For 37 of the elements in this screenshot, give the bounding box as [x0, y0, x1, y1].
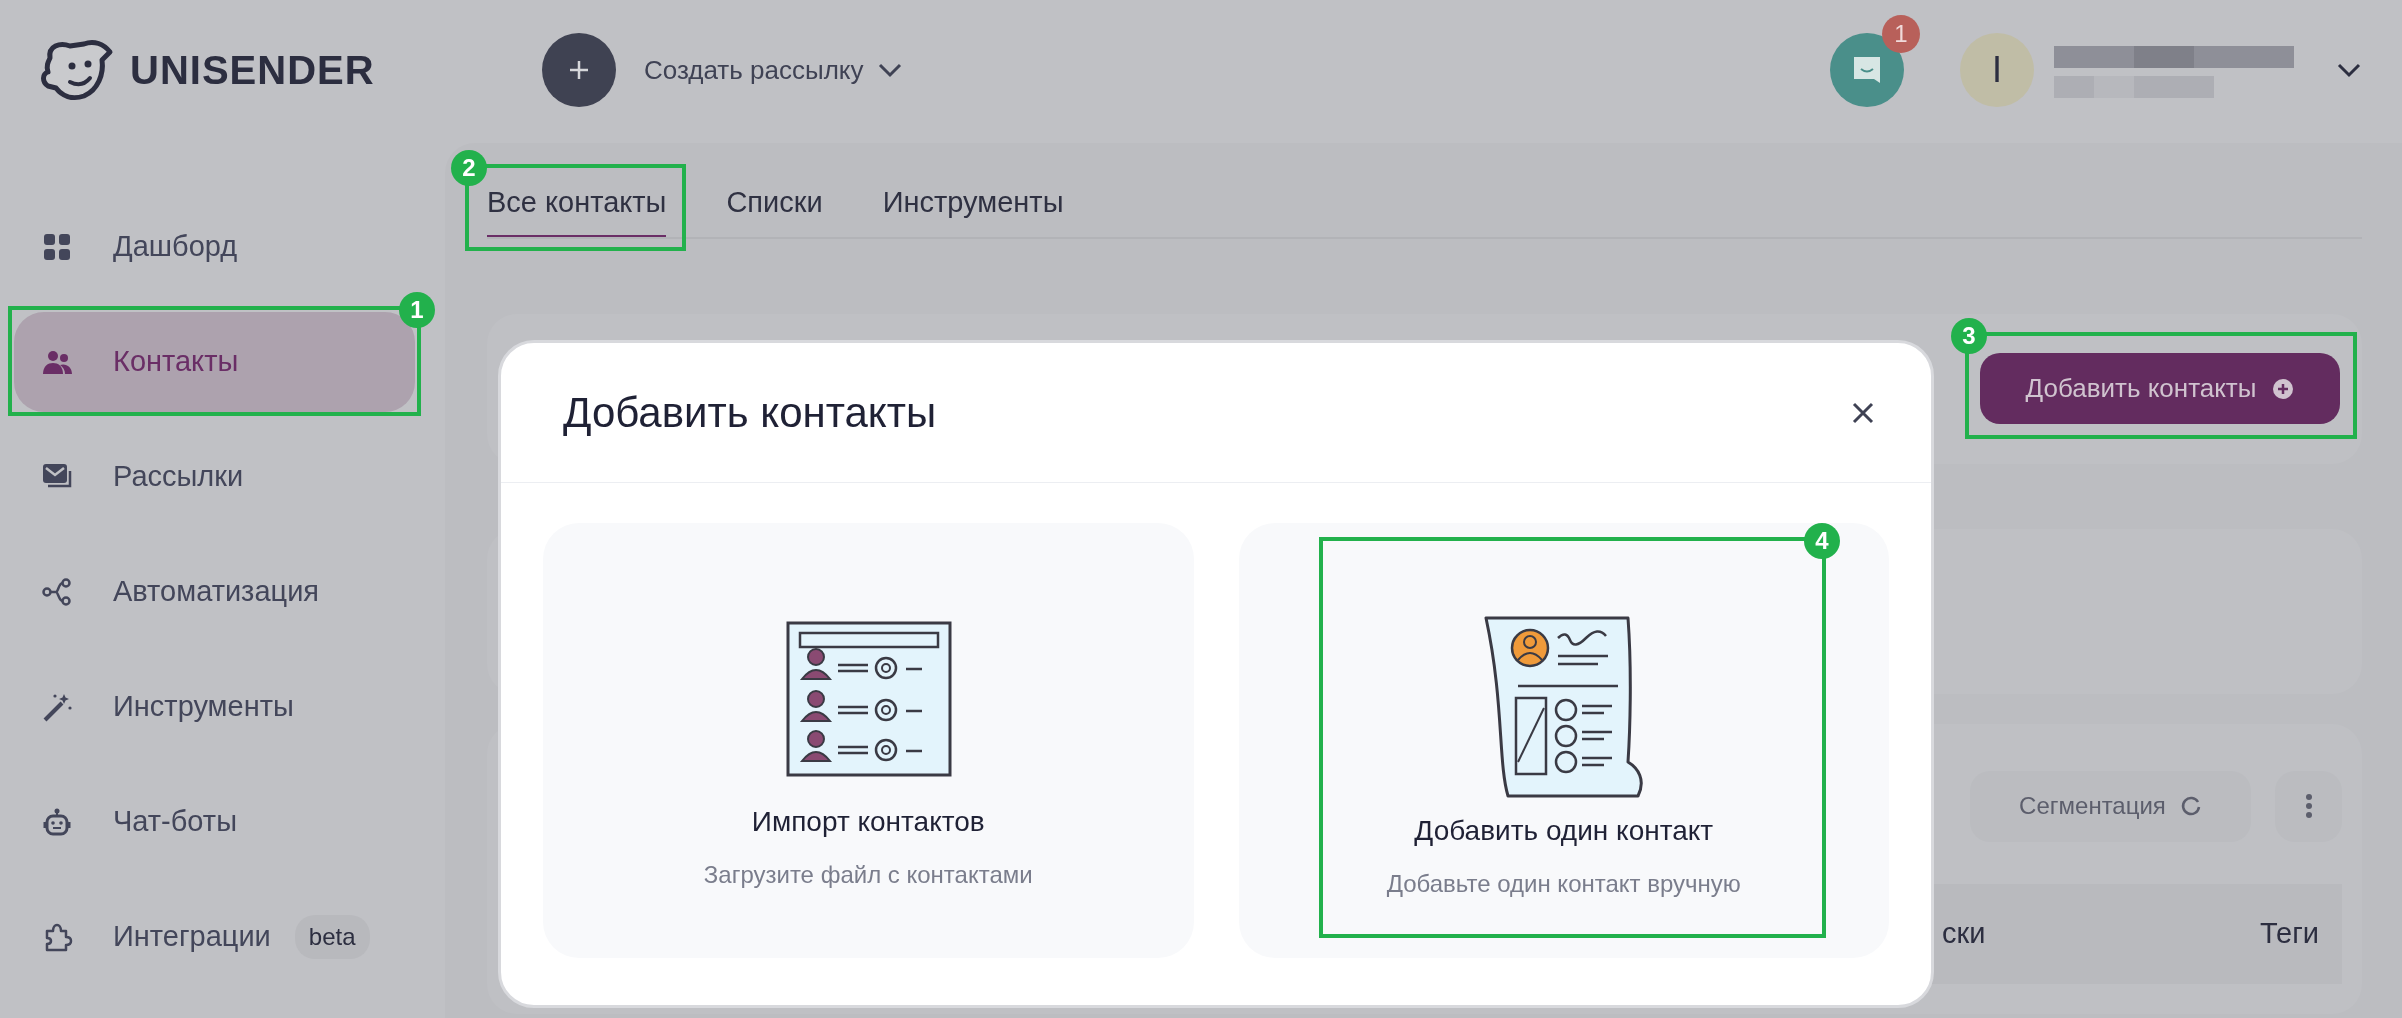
logo-text: UNISENDER: [130, 47, 375, 94]
sidebar-item[interactable]: Инструменты: [14, 657, 415, 757]
plus-icon: [568, 59, 590, 81]
tab[interactable]: Списки: [726, 181, 823, 237]
dog-logo-icon: [40, 38, 114, 102]
notification-badge: 1: [1882, 15, 1920, 53]
sidebar-item[interactable]: Автоматизация: [14, 542, 415, 642]
column-header: ски: [1942, 915, 1987, 951]
option-title: Добавить один контакт: [1414, 814, 1714, 848]
plus-circle-icon: [2272, 377, 2295, 400]
create-campaign-dropdown[interactable]: Создать рассылку: [644, 50, 904, 90]
column-header: Теги: [2260, 915, 2320, 951]
kebab-icon: [2304, 793, 2313, 819]
tab[interactable]: Все контакты: [487, 181, 667, 237]
beta-tag: beta: [294, 915, 370, 959]
sidebar-item[interactable]: Чат-боты: [14, 772, 415, 872]
dialog-title: Добавить контакты: [563, 388, 937, 438]
chevron-down-icon[interactable]: [2336, 62, 2362, 78]
user-avatar[interactable]: I: [1960, 33, 2034, 107]
callout-number: 2: [451, 150, 487, 186]
option-title: Импорт контактов: [751, 805, 985, 839]
option-description: Загрузите файл с контактами: [703, 860, 1033, 890]
chevron-down-icon: [877, 62, 904, 78]
option-card[interactable]: Импорт контактов Загрузите файл с контактами: [543, 523, 1194, 958]
callout-number: 1: [399, 292, 435, 328]
robot-icon: [42, 806, 73, 838]
sidebar-item[interactable]: Рассылки: [14, 427, 415, 527]
tab[interactable]: Инструменты: [882, 181, 1064, 237]
sidebar-item[interactable]: Интеграции beta: [14, 887, 415, 987]
add-contacts-button[interactable]: Добавить контакты: [1980, 353, 2340, 424]
segmentation-button[interactable]: Сегментация: [1970, 770, 2251, 842]
option-description: Добавьте один контакт вручную: [1386, 869, 1741, 899]
close-icon: [1851, 400, 1875, 425]
grid-icon: [42, 231, 73, 263]
nodes-icon: [42, 576, 73, 608]
refresh-icon: [2179, 795, 2202, 817]
callout-number: 3: [1951, 318, 1987, 354]
